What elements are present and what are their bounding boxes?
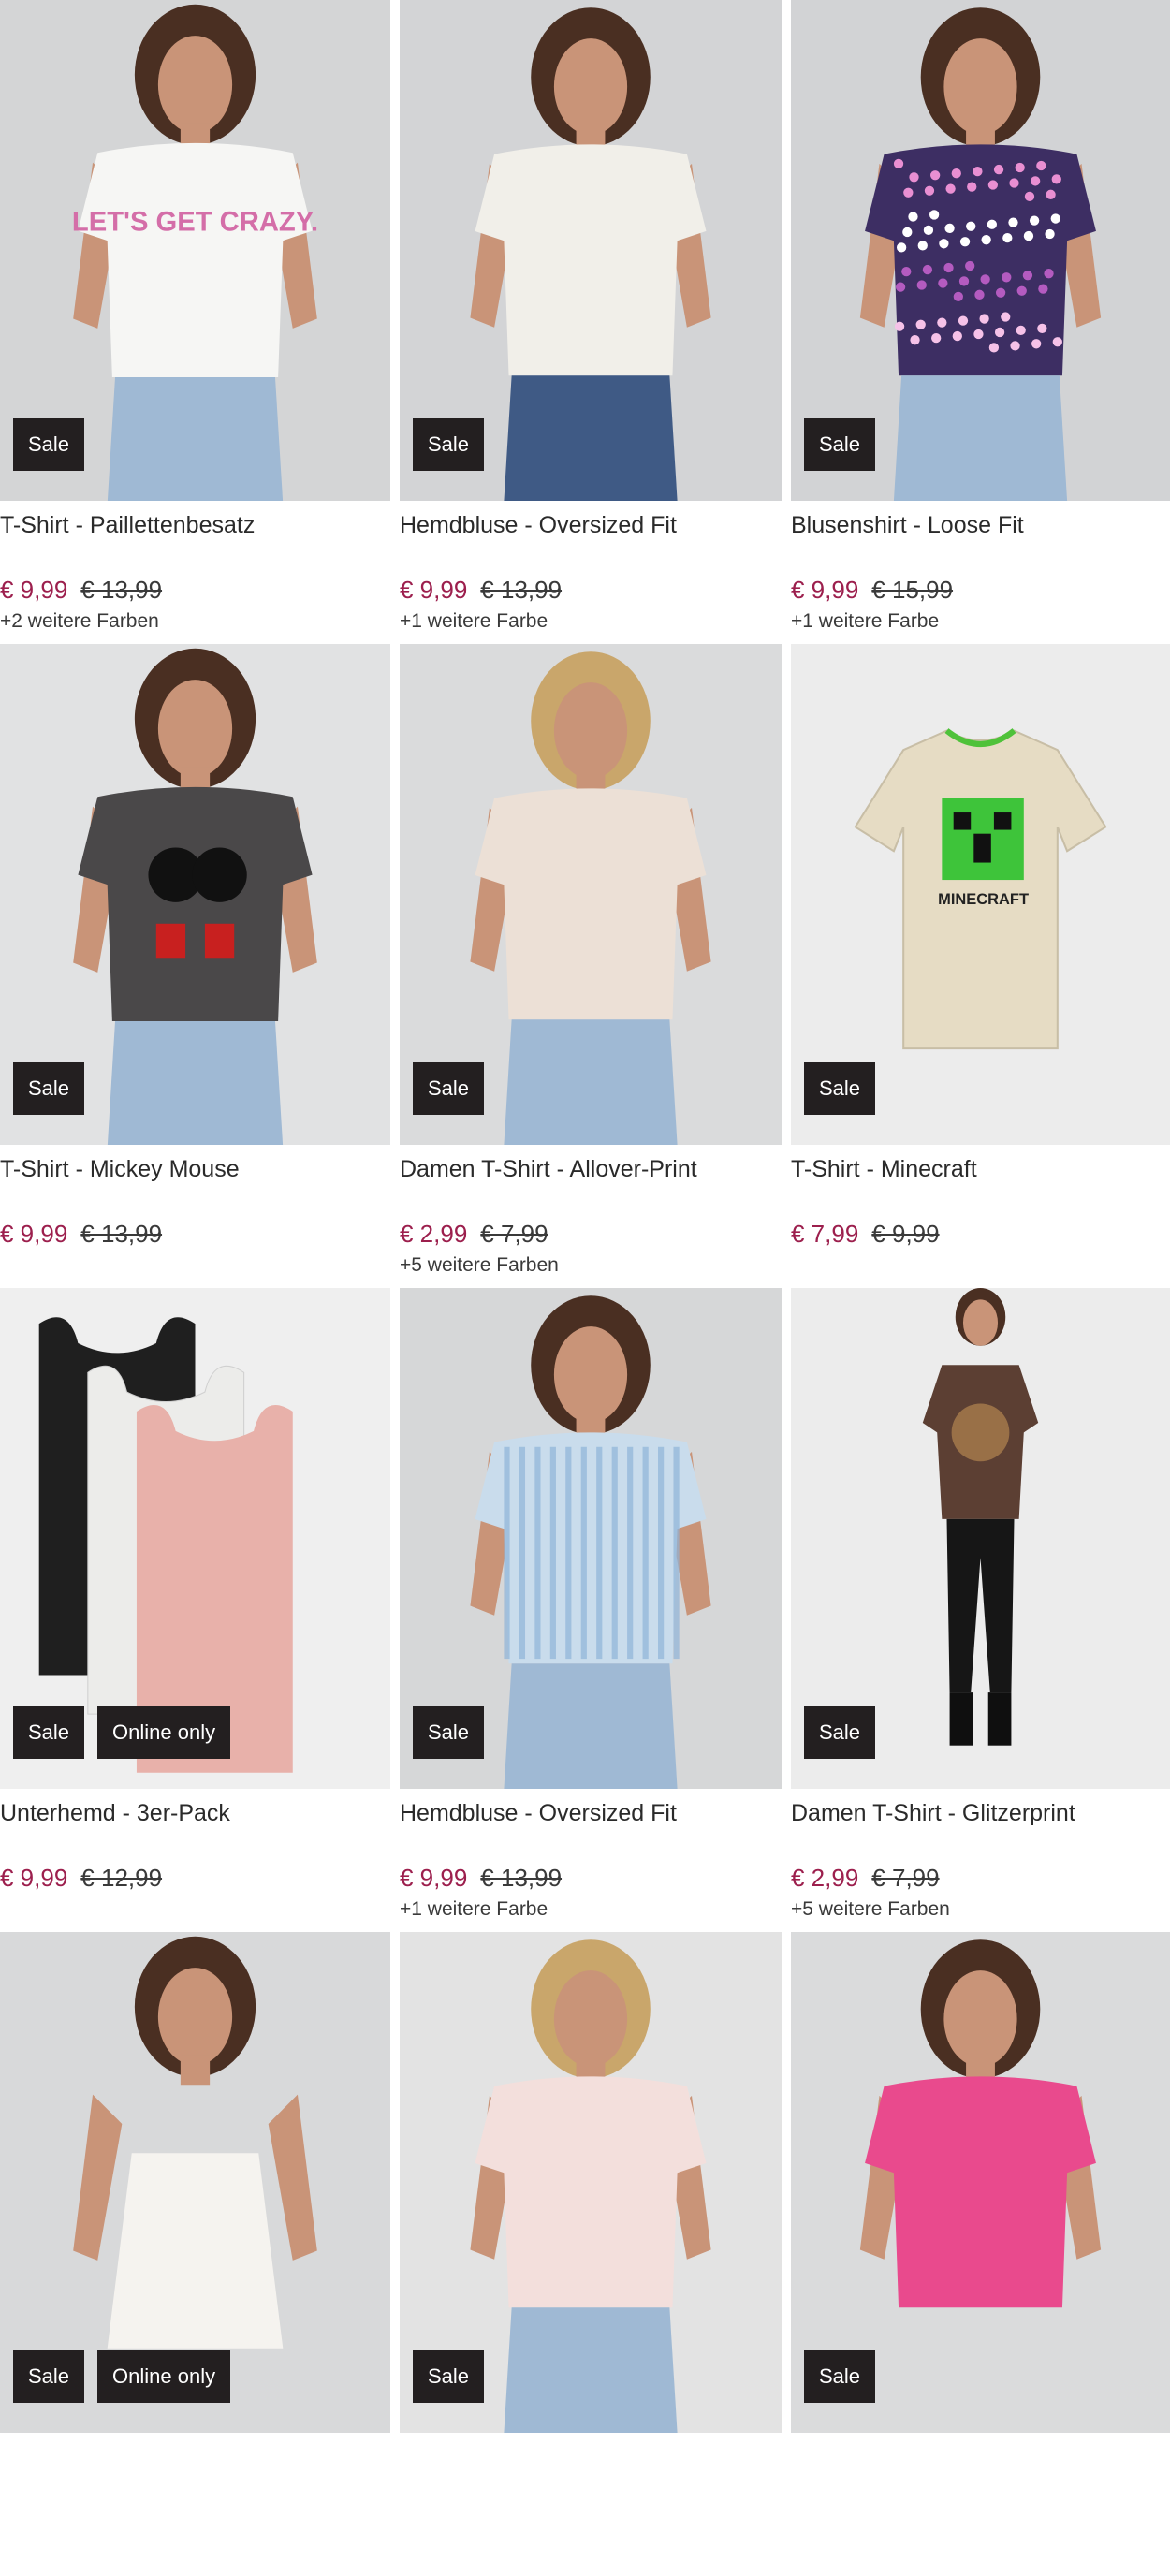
badge-group: Sale Online only	[13, 1706, 231, 1759]
badge-group: Sale	[413, 418, 485, 471]
original-price: € 15,99	[871, 576, 954, 604]
sale-price: € 2,99	[400, 1220, 468, 1248]
product-image[interactable]: MINECRAFT Sale	[791, 644, 1170, 1145]
price-row: € 2,99 € 7,99	[791, 1864, 1170, 1892]
product-image[interactable]: Sale	[791, 0, 1170, 501]
badge-group: Sale	[804, 1706, 876, 1759]
badge-group: Sale	[413, 1062, 485, 1115]
sale-price: € 7,99	[791, 1220, 859, 1248]
product-title[interactable]: Damen T-Shirt - Allover-Print	[400, 1154, 782, 1184]
product-card[interactable]: Sale Hemdbluse - Oversized Fit € 9,99 € 13,…	[390, 0, 782, 644]
price-row: € 9,99 € 12,99	[0, 1864, 390, 1892]
price-row: € 9,99 € 13,99	[400, 1864, 782, 1892]
product-image[interactable]: Sale Online only	[0, 1932, 390, 2433]
sale-price: € 9,99	[0, 1220, 68, 1248]
product-image[interactable]: Sale	[400, 1288, 782, 1789]
product-image[interactable]: LET'S GET CRAZY. Sale	[0, 0, 390, 501]
product-card[interactable]: LET'S GET CRAZY. Sale T-Shirt - Pailletten…	[0, 0, 390, 644]
product-title[interactable]: Damen T-Shirt - Glitzerprint	[791, 1798, 1170, 1828]
sale-price: € 9,99	[400, 576, 468, 604]
sale-badge: Sale	[804, 2350, 876, 2403]
sale-badge: Sale	[13, 418, 85, 471]
product-card[interactable]: Sale Hemdbluse - Oversized Fit € 9,99 € 13,…	[390, 1288, 782, 1932]
more-colors-link[interactable]: +1 weitere Farbe	[400, 1897, 782, 1922]
original-price: € 7,99	[480, 1220, 548, 1248]
badge-group: Sale	[804, 418, 876, 471]
original-price: € 13,99	[480, 576, 563, 604]
badge-group: Sale	[804, 1062, 876, 1115]
product-card[interactable]: Sale Online only Unterhemd - 3er-Pack € 9,9…	[0, 1288, 390, 1932]
sale-badge: Sale	[413, 418, 485, 471]
product-title[interactable]: Unterhemd - 3er-Pack	[0, 1798, 390, 1828]
badge-group: Sale	[413, 2350, 485, 2403]
more-colors-link[interactable]: +1 weitere Farbe	[791, 609, 1170, 634]
product-title[interactable]: Blusenshirt - Loose Fit	[791, 510, 1170, 540]
online-only-badge: Online only	[97, 1706, 231, 1759]
sale-badge: Sale	[413, 1706, 485, 1759]
online-only-badge: Online only	[97, 2350, 231, 2403]
price-row: € 7,99 € 9,99	[791, 1220, 1170, 1248]
product-card[interactable]: Sale Online only	[0, 1932, 390, 2576]
sale-badge: Sale	[804, 418, 876, 471]
original-price: € 9,99	[871, 1220, 940, 1248]
svg-text:LET'S GET CRAZY.: LET'S GET CRAZY.	[72, 208, 318, 238]
price-row: € 9,99 € 13,99	[0, 576, 390, 604]
product-image[interactable]: Sale	[400, 0, 782, 501]
price-row: € 9,99 € 13,99	[0, 1220, 390, 1248]
product-image[interactable]: Sale	[400, 644, 782, 1145]
sale-badge: Sale	[13, 1062, 85, 1115]
sale-price: € 9,99	[0, 1864, 68, 1892]
badge-group: Sale	[13, 1062, 85, 1115]
original-price: € 12,99	[80, 1864, 163, 1892]
sale-price: € 9,99	[0, 576, 68, 604]
product-title[interactable]: Hemdbluse - Oversized Fit	[400, 1798, 782, 1828]
sale-badge: Sale	[413, 1062, 485, 1115]
more-colors-link[interactable]: +5 weitere Farben	[400, 1253, 782, 1278]
sale-badge: Sale	[804, 1062, 876, 1115]
price-row: € 9,99 € 13,99	[400, 576, 782, 604]
more-colors-link[interactable]: +2 weitere Farben	[0, 609, 390, 634]
svg-text:MINECRAFT: MINECRAFT	[938, 891, 1029, 908]
original-price: € 7,99	[871, 1864, 940, 1892]
more-colors-link[interactable]: +1 weitere Farbe	[400, 609, 782, 634]
sale-price: € 2,99	[791, 1864, 859, 1892]
product-card[interactable]: Sale	[390, 1932, 782, 2576]
badge-group: Sale	[13, 418, 85, 471]
original-price: € 13,99	[480, 1864, 563, 1892]
product-card[interactable]: Sale	[782, 1932, 1170, 2576]
original-price: € 13,99	[80, 576, 163, 604]
sale-badge: Sale	[13, 1706, 85, 1759]
product-card[interactable]: Sale Damen T-Shirt - Glitzerprint € 2,99 € …	[782, 1288, 1170, 1932]
product-image[interactable]: Sale	[791, 1932, 1170, 2433]
product-image[interactable]: Sale Online only	[0, 1288, 390, 1789]
product-grid: LET'S GET CRAZY. Sale T-Shirt - Pailletten…	[0, 0, 1170, 2576]
product-image[interactable]: Sale	[0, 644, 390, 1145]
original-price: € 13,99	[80, 1220, 163, 1248]
more-colors-link[interactable]: +5 weitere Farben	[791, 1897, 1170, 1922]
badge-group: Sale	[804, 2350, 876, 2403]
product-card[interactable]: Sale Blusenshirt - Loose Fit € 9,99 € 15,99…	[782, 0, 1170, 644]
badge-group: Sale Online only	[13, 2350, 231, 2403]
product-card[interactable]: MINECRAFT Sale T-Shirt - Minecraft € 7,99 € …	[782, 644, 1170, 1288]
price-row: € 9,99 € 15,99	[791, 576, 1170, 604]
product-card[interactable]: Sale T-Shirt - Mickey Mouse € 9,99 € 13,99	[0, 644, 390, 1288]
price-row: € 2,99 € 7,99	[400, 1220, 782, 1248]
product-title[interactable]: T-Shirt - Minecraft	[791, 1154, 1170, 1184]
product-image[interactable]: Sale	[400, 1932, 782, 2433]
product-image[interactable]: Sale	[791, 1288, 1170, 1789]
product-card[interactable]: Sale Damen T-Shirt - Allover-Print € 2,99 €…	[390, 644, 782, 1288]
product-title[interactable]: T-Shirt - Mickey Mouse	[0, 1154, 390, 1184]
sale-badge: Sale	[413, 2350, 485, 2403]
sale-badge: Sale	[13, 2350, 85, 2403]
sale-price: € 9,99	[400, 1864, 468, 1892]
product-title[interactable]: Hemdbluse - Oversized Fit	[400, 510, 782, 540]
sale-price: € 9,99	[791, 576, 859, 604]
product-title[interactable]: T-Shirt - Paillettenbesatz	[0, 510, 390, 540]
badge-group: Sale	[413, 1706, 485, 1759]
sale-badge: Sale	[804, 1706, 876, 1759]
